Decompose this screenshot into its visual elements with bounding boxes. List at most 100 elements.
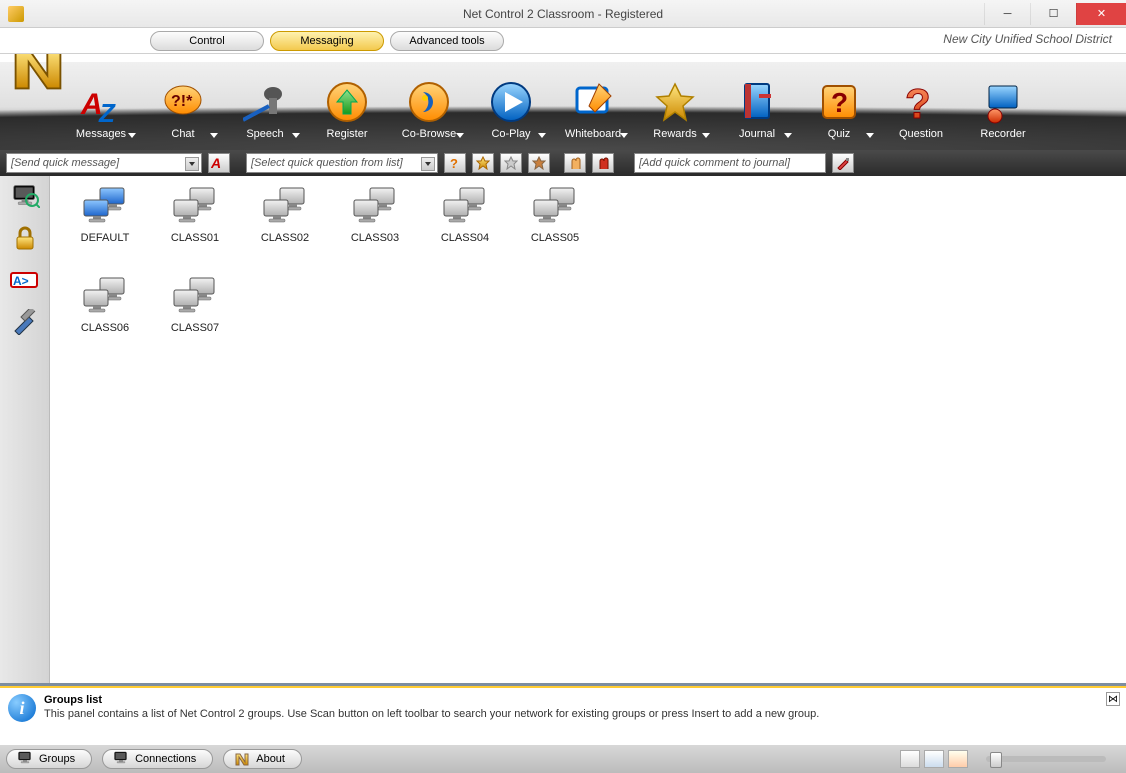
- quick-question-field[interactable]: [Select quick question from list]: [246, 153, 438, 173]
- tab-advanced[interactable]: Advanced tools: [390, 31, 504, 51]
- left-toolbar: A>: [0, 176, 50, 683]
- group-icon: [81, 276, 129, 316]
- ribbon-whiteboard[interactable]: Whiteboard: [552, 60, 634, 146]
- status-icon-1[interactable]: [900, 750, 920, 768]
- lock-icon[interactable]: [9, 224, 41, 252]
- rename-icon[interactable]: A>: [9, 266, 41, 294]
- dropdown-arrow-icon[interactable]: [538, 133, 546, 138]
- group-icon: [81, 186, 129, 226]
- journal-icon: [735, 80, 779, 124]
- dropdown-arrow-icon[interactable]: [456, 133, 464, 138]
- status-icon-2[interactable]: [924, 750, 944, 768]
- award-silver-icon[interactable]: [500, 153, 522, 173]
- group-item[interactable]: CLASS07: [150, 276, 240, 366]
- status-icon-3[interactable]: [948, 750, 968, 768]
- group-item[interactable]: CLASS01: [150, 186, 240, 276]
- status-icons: [900, 750, 968, 768]
- group-item[interactable]: DEFAULT: [60, 186, 150, 276]
- ribbon-question[interactable]: ?Question: [880, 60, 962, 146]
- svg-text:Z: Z: [98, 98, 116, 124]
- group-icon: [171, 276, 219, 316]
- ribbon-recorder[interactable]: Recorder: [962, 60, 1044, 146]
- group-item[interactable]: CLASS06: [60, 276, 150, 366]
- quick-question-send-icon[interactable]: ?: [444, 153, 466, 173]
- ribbon-chat[interactable]: ?!*Chat: [142, 60, 224, 146]
- group-icon: [351, 186, 399, 226]
- ribbon-rewards[interactable]: Rewards: [634, 60, 716, 146]
- dropdown-arrow-icon[interactable]: [128, 133, 136, 138]
- group-label: CLASS05: [531, 232, 579, 244]
- chat-icon: ?!*: [161, 80, 205, 124]
- title-bar: Net Control 2 Classroom - Registered ─ ☐…: [0, 0, 1126, 28]
- app-logo-icon: [10, 54, 66, 96]
- raise-hand-icon[interactable]: [564, 153, 586, 173]
- award-gold-icon[interactable]: [472, 153, 494, 173]
- speech-icon: [243, 80, 287, 124]
- group-item[interactable]: CLASS03: [330, 186, 420, 276]
- register-icon: [325, 80, 369, 124]
- ribbon-label: Co-Browse: [402, 128, 456, 140]
- quick-message-send-icon[interactable]: A: [208, 153, 230, 173]
- tools-icon[interactable]: [9, 308, 41, 336]
- minimize-button[interactable]: ─: [984, 3, 1030, 25]
- bottom-tab-connections[interactable]: Connections: [102, 749, 213, 769]
- dropdown-arrow-icon[interactable]: [292, 133, 300, 138]
- group-label: DEFAULT: [81, 232, 130, 244]
- tab-messaging[interactable]: Messaging: [270, 31, 384, 51]
- quick-bar: [Send quick message] A [Select quick que…: [0, 150, 1126, 176]
- ribbon-speech[interactable]: Speech: [224, 60, 306, 146]
- scan-icon[interactable]: [9, 182, 41, 210]
- group-item[interactable]: CLASS02: [240, 186, 330, 276]
- ribbon-cobrowse[interactable]: Co-Browse: [388, 60, 470, 146]
- group-item[interactable]: CLASS05: [510, 186, 600, 276]
- ribbon-label: Messages: [76, 128, 126, 140]
- dropdown-arrow-icon[interactable]: [784, 133, 792, 138]
- tab-row: Control Messaging Advanced tools New Cit…: [0, 28, 1126, 54]
- info-body: This panel contains a list of Net Contro…: [44, 708, 819, 720]
- dropdown-icon[interactable]: [421, 157, 435, 171]
- whiteboard-icon: [571, 80, 615, 124]
- coplay-icon: [489, 80, 533, 124]
- rewards-icon: [653, 80, 697, 124]
- info-icon: i: [8, 694, 36, 722]
- ribbon: AZMessages?!*ChatSpeechRegisterCo-Browse…: [0, 54, 1126, 150]
- tab-control[interactable]: Control: [150, 31, 264, 51]
- dropdown-arrow-icon[interactable]: [702, 133, 710, 138]
- maximize-button[interactable]: ☐: [1030, 3, 1076, 25]
- ribbon-register[interactable]: Register: [306, 60, 388, 146]
- quick-message-field[interactable]: [Send quick message]: [6, 153, 202, 173]
- svg-text:?: ?: [831, 87, 848, 118]
- ribbon-messages[interactable]: AZMessages: [60, 60, 142, 146]
- dropdown-arrow-icon[interactable]: [620, 133, 628, 138]
- group-item[interactable]: CLASS04: [420, 186, 510, 276]
- stop-hand-icon[interactable]: [592, 153, 614, 173]
- cobrowse-icon: [407, 80, 451, 124]
- ribbon-label: Rewards: [653, 128, 696, 140]
- ribbon-journal[interactable]: Journal: [716, 60, 798, 146]
- bottom-tab-about[interactable]: About: [223, 749, 302, 769]
- ribbon-label: Speech: [246, 128, 283, 140]
- ribbon-quiz[interactable]: ? Quiz: [798, 60, 880, 146]
- groups-panel: DEFAULT CLASS01CLASS02CLASS03CLASS04 CLASS…: [50, 176, 1126, 683]
- svg-text:?: ?: [905, 80, 931, 124]
- ribbon-label: Journal: [739, 128, 775, 140]
- group-icon: [261, 186, 309, 226]
- award-bronze-icon[interactable]: [528, 153, 550, 173]
- question-icon: ?: [899, 80, 943, 124]
- ribbon-label: Recorder: [980, 128, 1025, 140]
- dropdown-arrow-icon[interactable]: [866, 133, 874, 138]
- dropdown-icon[interactable]: [185, 157, 199, 171]
- bottom-tab-groups[interactable]: Groups: [6, 749, 92, 769]
- close-button[interactable]: ✕: [1076, 3, 1126, 25]
- window-title: Net Control 2 Classroom - Registered: [463, 7, 663, 21]
- svg-text:?: ?: [450, 156, 458, 170]
- group-label: CLASS06: [81, 322, 129, 334]
- quick-journal-field[interactable]: [Add quick comment to journal]: [634, 153, 826, 173]
- ribbon-label: Co-Play: [491, 128, 530, 140]
- info-close-button[interactable]: ⋈: [1106, 692, 1120, 706]
- zoom-slider[interactable]: [986, 756, 1106, 762]
- dropdown-arrow-icon[interactable]: [210, 133, 218, 138]
- ribbon-label: Quiz: [828, 128, 851, 140]
- quick-journal-send-icon[interactable]: [832, 153, 854, 173]
- ribbon-coplay[interactable]: Co-Play: [470, 60, 552, 146]
